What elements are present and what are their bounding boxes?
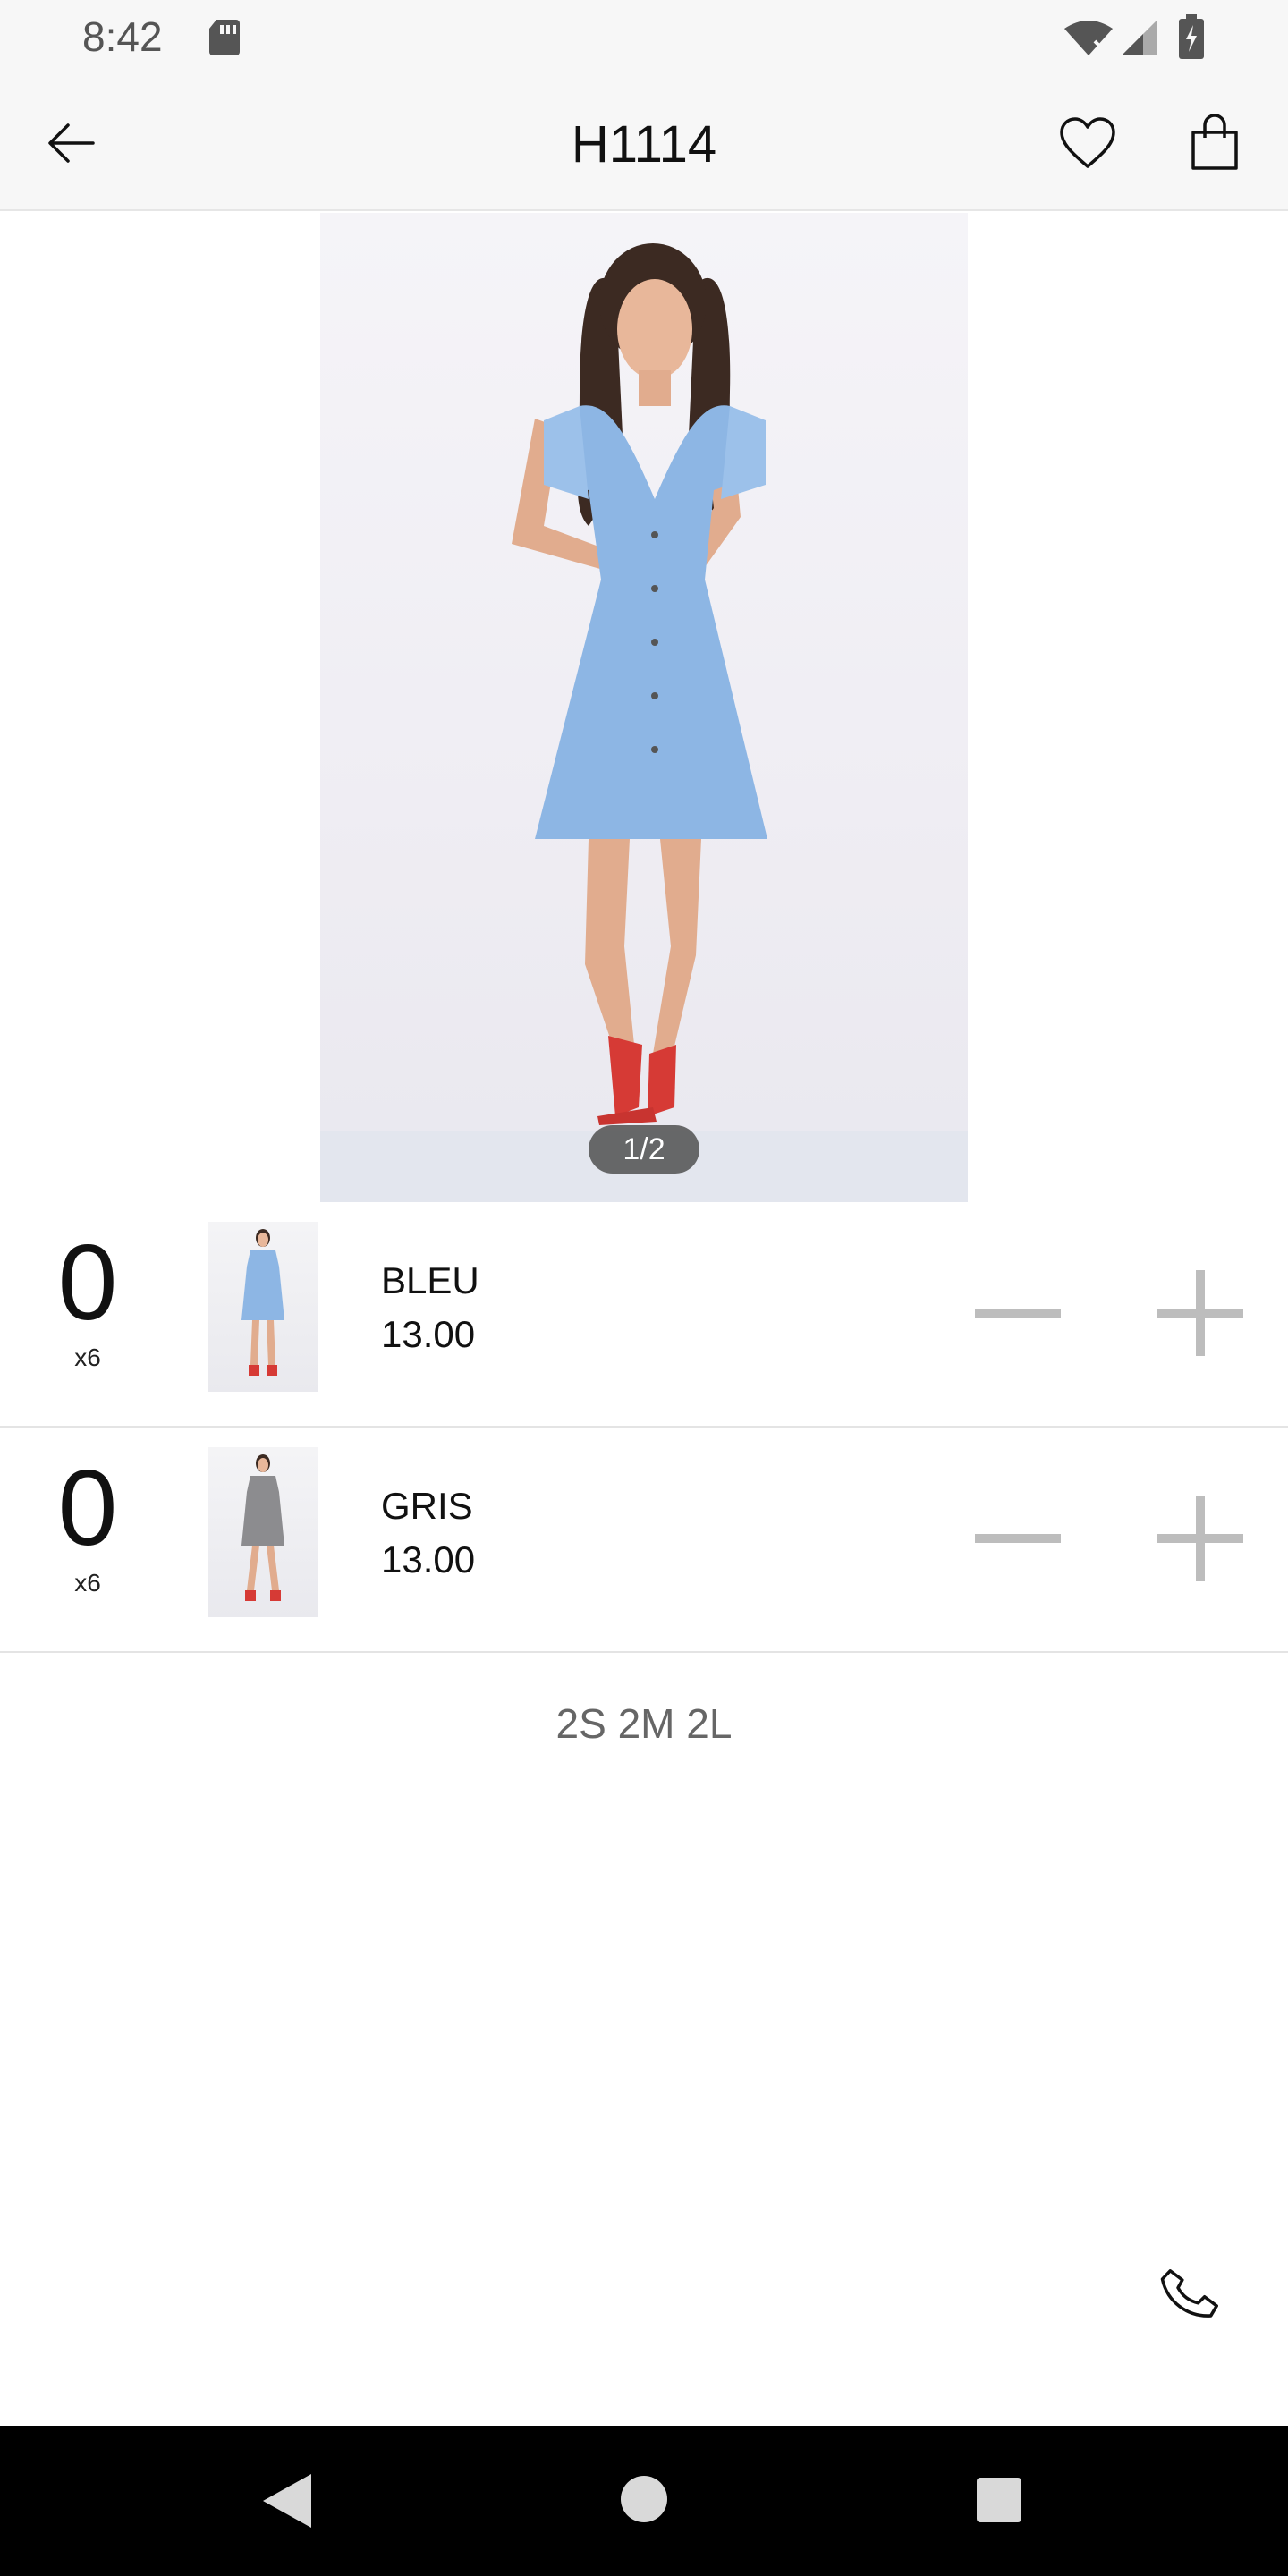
heart-icon bbox=[1060, 117, 1115, 168]
system-nav-bar bbox=[0, 2426, 1288, 2576]
call-button[interactable] bbox=[1154, 2258, 1225, 2329]
nav-home-icon[interactable] bbox=[621, 2476, 667, 2522]
size-assortment: 2S 2M 2L bbox=[555, 1700, 733, 1747]
variant-row: 0 x6 BLEU 13.00 bbox=[0, 1202, 1288, 1428]
product-image[interactable] bbox=[320, 213, 968, 1202]
signal-icon bbox=[1122, 20, 1157, 55]
pack-multiplier: x6 bbox=[74, 1569, 101, 1597]
variant-color: GRIS bbox=[381, 1485, 473, 1527]
app-bar: H1114 bbox=[0, 75, 1288, 211]
variant-color: BLEU bbox=[381, 1259, 479, 1301]
plus-icon bbox=[1157, 1270, 1243, 1356]
variant-thumbnail[interactable] bbox=[208, 1222, 318, 1392]
minus-icon bbox=[975, 1534, 1061, 1543]
sd-card-icon bbox=[209, 20, 240, 55]
model-in-blue-dress-image bbox=[512, 243, 767, 1125]
minus-icon bbox=[975, 1309, 1061, 1318]
plus-icon bbox=[1157, 1496, 1243, 1581]
phone-icon bbox=[1160, 2269, 1218, 2318]
variant-price: 13.00 bbox=[381, 1538, 476, 1580]
nav-recents-icon[interactable] bbox=[977, 2478, 1021, 2522]
variant-thumbnail[interactable] bbox=[208, 1447, 318, 1617]
wifi-icon bbox=[1064, 21, 1113, 55]
quantity-count: 0 bbox=[57, 1223, 118, 1343]
gray-dress-thumbnail-image bbox=[242, 1454, 284, 1601]
favorite-button[interactable] bbox=[1052, 107, 1123, 179]
cart-button[interactable] bbox=[1179, 107, 1250, 179]
gallery-pager: 1/2 bbox=[589, 1125, 699, 1174]
increase-quantity-button[interactable] bbox=[1154, 1267, 1247, 1360]
decrease-quantity-button[interactable] bbox=[971, 1492, 1064, 1585]
decrease-quantity-button[interactable] bbox=[971, 1267, 1064, 1360]
variant-row: 0 x6 GRIS 13.00 bbox=[0, 1428, 1288, 1653]
battery-icon bbox=[1179, 14, 1204, 59]
quantity-count: 0 bbox=[57, 1448, 118, 1568]
shopping-bag-icon bbox=[1191, 114, 1238, 170]
status-bar: 8:42 bbox=[0, 0, 1288, 75]
blue-dress-thumbnail-image bbox=[242, 1229, 284, 1376]
variant-price: 13.00 bbox=[381, 1313, 476, 1355]
status-time: 8:42 bbox=[82, 13, 163, 60]
nav-back-icon[interactable] bbox=[259, 2472, 313, 2529]
pack-multiplier: x6 bbox=[74, 1343, 101, 1371]
increase-quantity-button[interactable] bbox=[1154, 1492, 1247, 1585]
